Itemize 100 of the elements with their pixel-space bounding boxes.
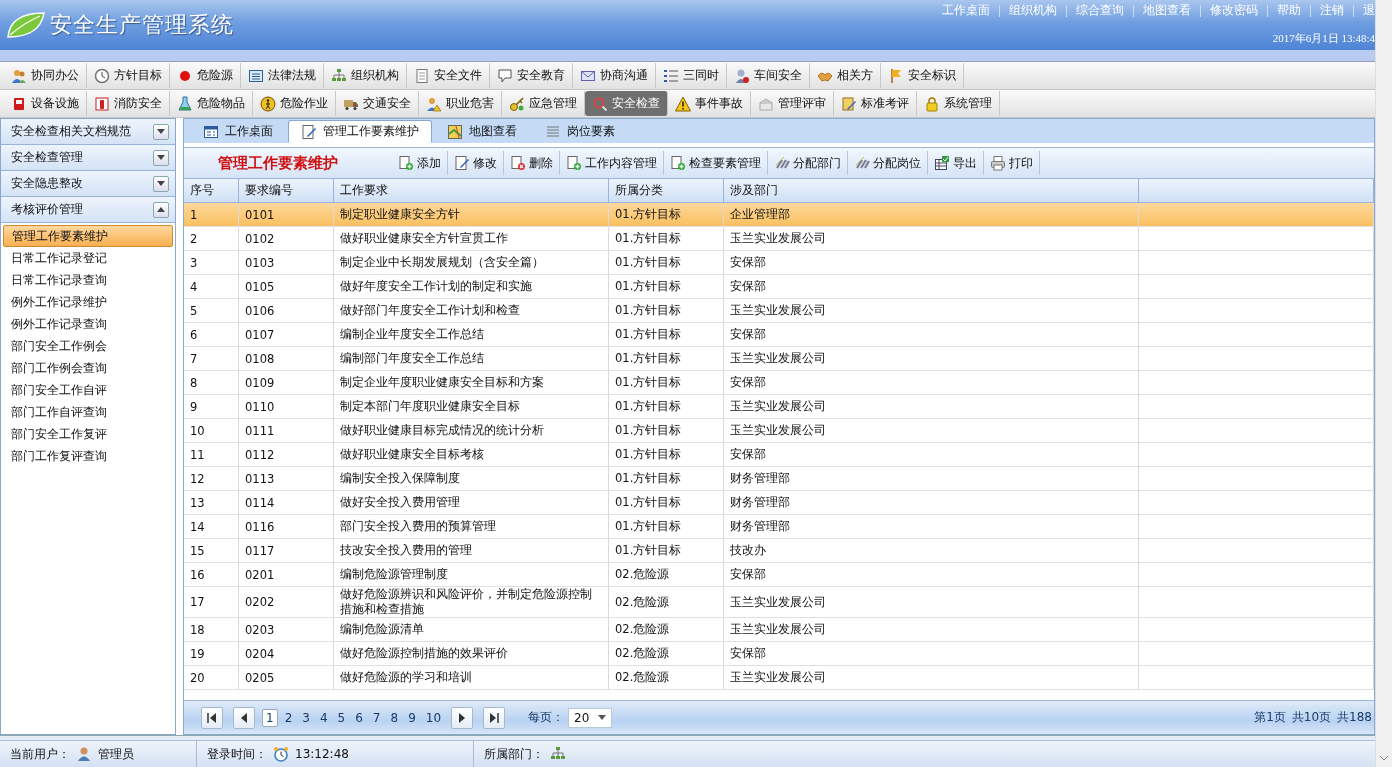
table-cell: 0205 [239, 666, 334, 689]
module-button[interactable]: 方针目标 [87, 63, 170, 88]
module-button[interactable]: 管理评审 [751, 91, 834, 116]
table-row[interactable]: 15 0117 技改安全投入费用的管理 01.方针目标 技改办 [184, 539, 1374, 563]
table-row[interactable]: 4 0105 做好年度安全工作计划的制定和实施 01.方针目标 安保部 [184, 275, 1374, 299]
table-row[interactable]: 6 0107 编制企业年度安全工作总结 01.方针目标 安保部 [184, 323, 1374, 347]
toolbar-button[interactable]: 打印 [984, 151, 1040, 175]
table-row[interactable]: 12 0113 编制安全投入保障制度 01.方针目标 财务管理部 [184, 467, 1374, 491]
toolbar-button[interactable]: 添加 [392, 151, 448, 175]
next-page-button[interactable] [451, 706, 474, 729]
table-row[interactable]: 8 0109 制定企业年度职业健康安全目标和方案 01.方针目标 安保部 [184, 371, 1374, 395]
tab[interactable]: 工作桌面 [190, 120, 286, 143]
page-link[interactable]: 6 [352, 709, 366, 726]
table-row[interactable]: 1 0101 制定职业健康安全方针 01.方针目标 企业管理部 [184, 203, 1374, 227]
toolbar-button[interactable]: 修改 [448, 151, 504, 175]
nav-item[interactable]: 部门安全工作自评 [3, 379, 173, 401]
nav-item[interactable]: 例外工作记录维护 [3, 291, 173, 313]
table-row[interactable]: 7 0108 编制部门年度安全工作总结 01.方针目标 玉兰实业发展公司 [184, 347, 1374, 371]
table-cell: 做好危险源控制措施的效果评价 [334, 642, 609, 665]
nav-item[interactable]: 部门工作例会查询 [3, 357, 173, 379]
module-button[interactable]: 标准考评 [834, 91, 917, 116]
module-button[interactable]: 安全标识 [881, 63, 964, 88]
accordion-header[interactable]: 安全隐患整改 [1, 171, 175, 197]
page-link[interactable]: 8 [387, 709, 402, 726]
table-row[interactable]: 13 0114 做好安全投入费用管理 01.方针目标 财务管理部 [184, 491, 1374, 515]
module-button[interactable]: 消防安全 [87, 91, 170, 116]
page-link[interactable]: 3 [299, 709, 313, 726]
nav-item[interactable]: 日常工作记录登记 [3, 247, 173, 269]
page-link[interactable]: 4 [316, 709, 331, 726]
page-link[interactable]: 1 [262, 708, 278, 727]
toolbar-button[interactable]: 检查要素管理 [664, 151, 768, 175]
module-button[interactable]: 法律法规 [241, 63, 324, 88]
tab[interactable]: 岗位要素 [532, 120, 628, 143]
module-button[interactable]: 安全文件 [407, 63, 490, 88]
module-button[interactable]: 事件事故 [668, 91, 751, 116]
accordion-header[interactable]: 考核评价管理 [1, 197, 175, 223]
nav-item[interactable]: 部门安全工作例会 [3, 335, 173, 357]
page-size-select[interactable]: 20 [568, 707, 613, 728]
table-row[interactable]: 17 0202 做好危险源辨识和风险评价，并制定危险源控制措施和检查措施 02.危险源 玉兰实业发展公司 [184, 587, 1374, 618]
first-page-button[interactable] [201, 706, 223, 729]
table-row[interactable]: 2 0102 做好职业健康安全方针宣贯工作 01.方针目标 玉兰实业发展公司 [184, 227, 1374, 251]
tab[interactable]: 地图查看 [434, 120, 530, 143]
expand-toggle[interactable] [153, 175, 169, 192]
last-page-button[interactable] [483, 706, 506, 729]
module-button[interactable]: 危险源 [170, 63, 241, 88]
accordion-header[interactable]: 安全检查相关文档规范 [1, 119, 175, 145]
page-link[interactable]: 10 [422, 709, 445, 726]
column-header[interactable]: 涉及部门 [724, 179, 1139, 202]
module-button[interactable]: 相关方 [810, 63, 881, 88]
table-row[interactable]: 11 0112 做好职业健康安全目标考核 01.方针目标 安保部 [184, 443, 1374, 467]
table-row[interactable]: 5 0106 做好部门年度安全工作计划和检查 01.方针目标 玉兰实业发展公司 [184, 299, 1374, 323]
column-header[interactable]: 要求编号 [239, 179, 334, 202]
nav-item[interactable]: 部门工作自评查询 [3, 401, 173, 423]
toolbar-button[interactable]: 删除 [504, 151, 560, 175]
column-header[interactable]: 序号 [184, 179, 239, 202]
column-header[interactable]: 所属分类 [609, 179, 724, 202]
module-button[interactable]: 协商沟通 [573, 63, 656, 88]
page-link[interactable]: 7 [369, 709, 384, 726]
previous-page-button[interactable] [233, 706, 255, 729]
module-button[interactable]: 交通安全 [336, 91, 419, 116]
expand-toggle[interactable] [153, 149, 169, 166]
toolbar-button[interactable]: 工作内容管理 [560, 151, 664, 175]
nav-item[interactable]: 管理工作要素维护 [3, 225, 173, 247]
table-row[interactable]: 9 0110 制定本部门年度职业健康安全目标 01.方针目标 玉兰实业发展公司 [184, 395, 1374, 419]
module-button[interactable]: 车间安全 [727, 63, 810, 88]
expand-toggle[interactable] [153, 123, 169, 140]
scroll-down-icon[interactable] [1379, 755, 1389, 761]
accordion-header[interactable]: 安全检查管理 [1, 145, 175, 171]
module-button[interactable]: 设备设施 [4, 91, 87, 116]
table-row[interactable]: 10 0111 做好职业健康目标完成情况的统计分析 01.方针目标 玉兰实业发展公司 [184, 419, 1374, 443]
module-button[interactable]: 职业危害 [419, 91, 502, 116]
module-button[interactable]: 组织机构 [324, 63, 407, 88]
page-link[interactable]: 2 [281, 709, 296, 726]
nav-item[interactable]: 部门安全工作复评 [3, 423, 173, 445]
table-row[interactable]: 20 0205 做好危险源的学习和培训 02.危险源 玉兰实业发展公司 [184, 666, 1374, 690]
tab[interactable]: 管理工作要素维护 [288, 120, 432, 143]
module-button[interactable]: 系统管理 [917, 91, 1000, 116]
nav-item[interactable]: 例外工作记录查询 [3, 313, 173, 335]
module-button[interactable]: 安全教育 [490, 63, 573, 88]
table-row[interactable]: 14 0116 部门安全投入费用的预算管理 01.方针目标 财务管理部 [184, 515, 1374, 539]
table-row[interactable]: 18 0203 编制危险源清单 02.危险源 玉兰实业发展公司 [184, 618, 1374, 642]
module-button[interactable]: 危险物品 [170, 91, 253, 116]
table-row[interactable]: 3 0103 制定企业中长期发展规划（含安全篇） 01.方针目标 安保部 [184, 251, 1374, 275]
nav-item[interactable]: 部门工作复评查询 [3, 445, 173, 467]
collapse-toggle[interactable] [153, 201, 169, 218]
module-button[interactable]: 危险作业 [253, 91, 336, 116]
module-button[interactable]: 协同办公 [4, 63, 87, 88]
toolbar-button[interactable]: 导出 [928, 151, 984, 175]
table-row[interactable]: 19 0204 做好危险源控制措施的效果评价 02.危险源 安保部 [184, 642, 1374, 666]
leaf-logo-icon [6, 11, 46, 39]
table-row[interactable]: 16 0201 编制危险源管理制度 02.危险源 安保部 [184, 563, 1374, 587]
column-header[interactable]: 工作要求 [334, 179, 609, 202]
page-link[interactable]: 9 [405, 709, 419, 726]
module-button[interactable]: 三同时 [656, 63, 727, 88]
module-button[interactable]: 安全检查 [585, 91, 668, 116]
scrollbar[interactable] [1375, 0, 1392, 767]
page-link[interactable]: 5 [334, 709, 349, 726]
nav-item[interactable]: 日常工作记录查询 [3, 269, 173, 291]
toolbar-button[interactable]: 分配部门 [768, 151, 848, 175]
toolbar-button[interactable]: 分配岗位 [848, 151, 928, 175]
